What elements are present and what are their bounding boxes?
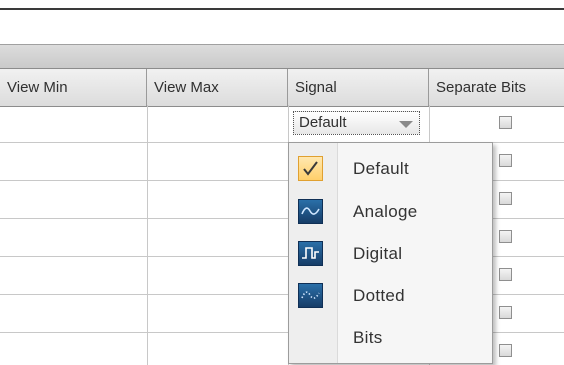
menu-item-label: Bits [353, 328, 383, 347]
menu-item-dotted[interactable]: Dotted [289, 276, 492, 316]
column-header-signal[interactable]: Signal [288, 69, 429, 106]
separate-bits-checkbox[interactable] [499, 192, 512, 205]
column-divider [147, 105, 148, 365]
menu-item-label: Dotted [353, 286, 405, 305]
check-icon [298, 156, 323, 181]
toolbar-band [0, 44, 564, 69]
separate-bits-checkbox[interactable] [499, 344, 512, 357]
separate-bits-checkbox[interactable] [499, 116, 512, 129]
menu-item-label: Digital [353, 244, 403, 263]
separate-bits-checkbox[interactable] [499, 154, 512, 167]
separate-bits-checkbox[interactable] [499, 268, 512, 281]
separate-bits-checkbox[interactable] [499, 230, 512, 243]
menu-item-label: Default [353, 159, 409, 178]
dotted-wave-icon [298, 283, 323, 308]
signal-combobox[interactable]: Default [293, 111, 420, 135]
column-header-view-max[interactable]: View Max [147, 69, 288, 106]
digital-pulse-icon [298, 241, 323, 266]
column-header-separate-bits[interactable]: Separate Bits [429, 69, 564, 106]
chevron-down-icon[interactable] [399, 121, 413, 128]
menu-item-label: Analoge [353, 202, 418, 221]
signal-combobox-value: Default [299, 114, 347, 131]
analog-wave-icon [298, 199, 323, 224]
menu-item-digital[interactable]: Digital [289, 234, 492, 274]
separate-bits-checkbox[interactable] [499, 306, 512, 319]
column-header-view-min[interactable]: View Min [0, 69, 147, 106]
top-divider [0, 8, 564, 10]
menu-item-bits[interactable]: Bits [289, 318, 492, 358]
table-header: View Min View Max Signal Separate Bits [0, 68, 564, 107]
menu-item-analoge[interactable]: Analoge [289, 192, 492, 232]
menu-item-default[interactable]: Default [289, 149, 492, 189]
signal-dropdown-menu: Default Analoge Digital Dotted Bits [288, 142, 493, 364]
